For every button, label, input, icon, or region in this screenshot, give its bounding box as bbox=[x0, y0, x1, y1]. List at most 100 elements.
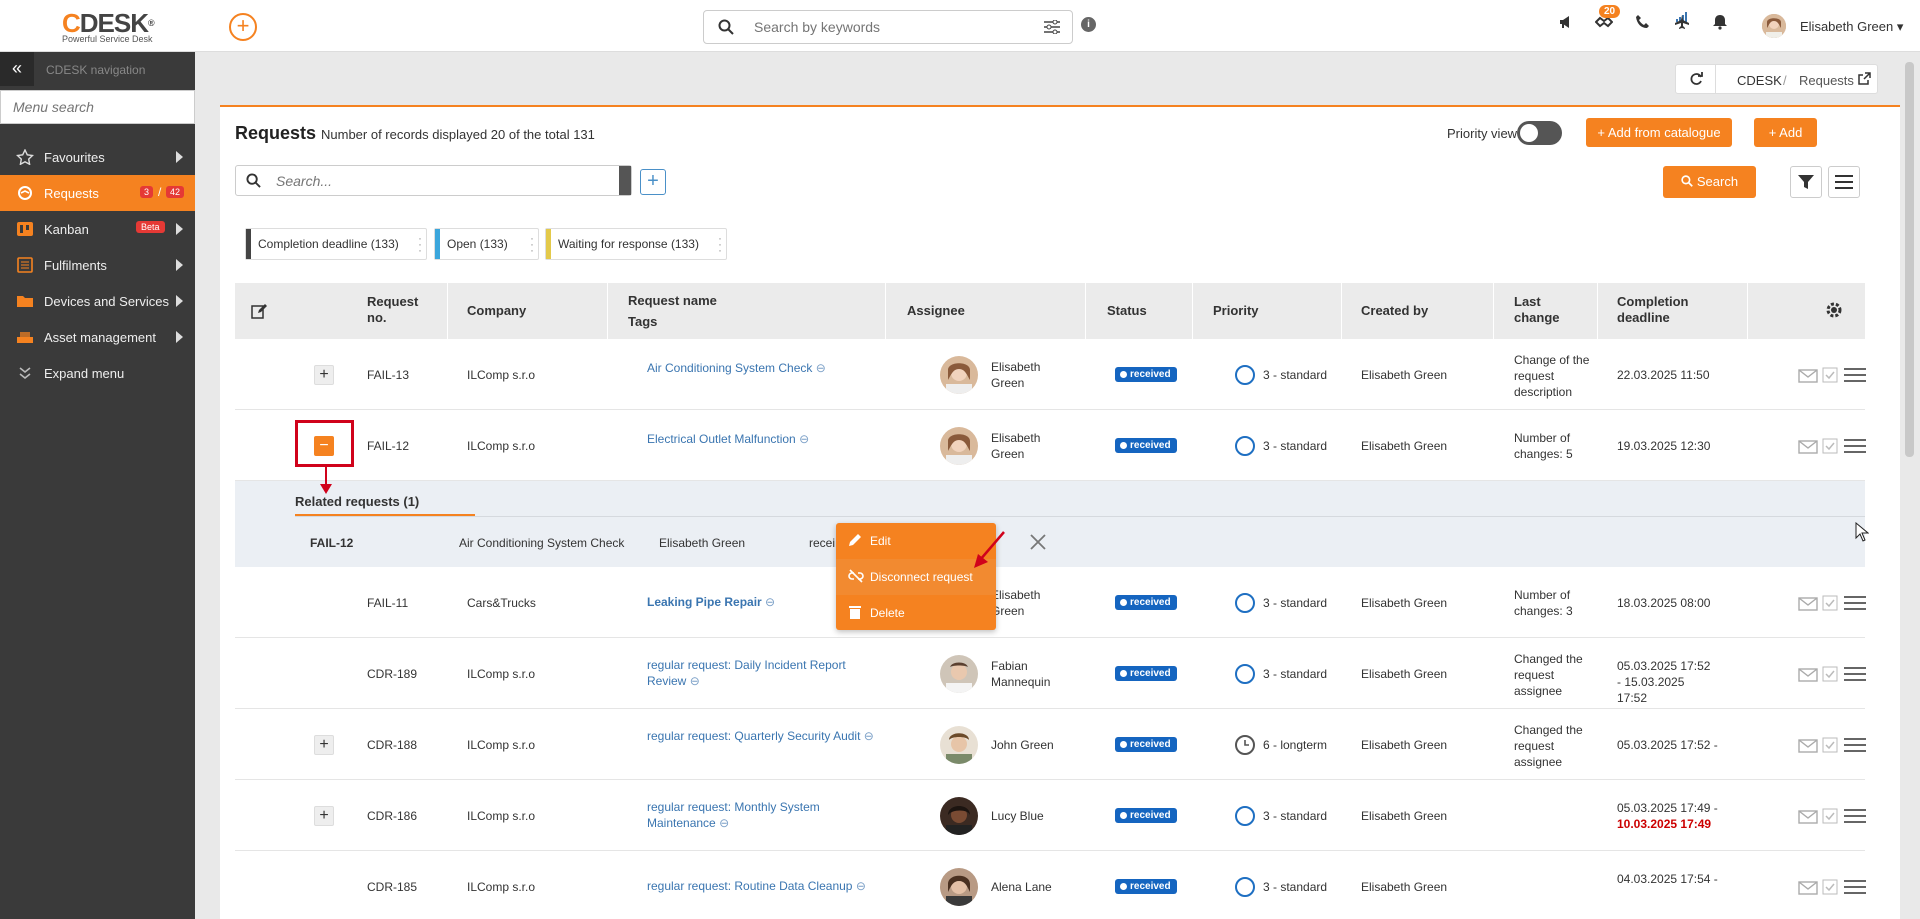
hamburger-icon[interactable] bbox=[1844, 367, 1866, 383]
chip-menu-icon[interactable]: · · · bbox=[530, 232, 534, 256]
request-name-link[interactable]: regular request: Quarterly Security Audi… bbox=[647, 728, 877, 744]
tag-circle-icon[interactable]: ⊖ bbox=[690, 674, 700, 688]
page-scrollbar[interactable] bbox=[1905, 62, 1914, 457]
table-row[interactable]: CDR-185 ILComp s.r.o regular request: Ro… bbox=[235, 851, 1866, 919]
add-button[interactable]: + Add bbox=[1754, 118, 1817, 147]
mail-icon[interactable] bbox=[1798, 739, 1818, 753]
airplane-icon[interactable] bbox=[1670, 14, 1694, 38]
sidebar-item-favourites[interactable]: Favourites bbox=[0, 139, 195, 175]
expand-row-button[interactable]: + bbox=[314, 365, 334, 385]
tag-circle-icon[interactable]: ⊖ bbox=[765, 595, 775, 609]
column-request-name[interactable]: Request name bbox=[628, 293, 717, 309]
search-settings-icon[interactable] bbox=[1044, 20, 1060, 34]
column-last-change[interactable]: Last change bbox=[1514, 294, 1564, 326]
hamburger-icon[interactable] bbox=[1844, 595, 1866, 611]
edit-icon[interactable] bbox=[251, 303, 267, 319]
checkbox-icon[interactable] bbox=[1822, 666, 1838, 682]
mail-icon[interactable] bbox=[1798, 597, 1818, 611]
column-company[interactable]: Company bbox=[467, 303, 526, 319]
request-no[interactable]: FAIL-11 bbox=[367, 595, 408, 611]
checkbox-icon[interactable] bbox=[1822, 737, 1838, 753]
mail-icon[interactable] bbox=[1798, 440, 1818, 454]
filter-chip-waiting-for-response[interactable]: Waiting for response (133) · · · bbox=[545, 228, 727, 260]
chip-menu-icon[interactable]: · · · bbox=[718, 232, 722, 256]
column-assignee[interactable]: Assignee bbox=[907, 303, 965, 319]
hamburger-icon[interactable] bbox=[1844, 737, 1866, 753]
request-no[interactable]: CDR-185 bbox=[367, 879, 417, 895]
menu-item-delete[interactable]: Delete bbox=[836, 595, 996, 631]
search-button[interactable]: Search bbox=[1663, 166, 1756, 198]
gear-icon[interactable] bbox=[1825, 301, 1843, 319]
request-no[interactable]: CDR-189 bbox=[367, 666, 417, 682]
close-icon[interactable] bbox=[1028, 532, 1048, 552]
hamburger-icon[interactable] bbox=[1844, 879, 1866, 895]
checkbox-icon[interactable] bbox=[1822, 879, 1838, 895]
sidebar-item-devices-and-services[interactable]: Devices and Services bbox=[0, 283, 195, 319]
table-row[interactable]: FAIL-11 Cars&Trucks Leaking Pipe Repair … bbox=[235, 567, 1866, 638]
phone-icon[interactable] bbox=[1631, 14, 1655, 38]
hamburger-icon[interactable] bbox=[1844, 666, 1866, 682]
tag-circle-icon[interactable]: ⊖ bbox=[719, 816, 729, 830]
request-no[interactable]: CDR-186 bbox=[367, 808, 417, 824]
sidebar-item-requests[interactable]: Requests 3 / 42 bbox=[0, 175, 195, 211]
chip-menu-icon[interactable]: · · · bbox=[418, 232, 422, 256]
table-row[interactable]: + CDR-186 ILComp s.r.o regular request: … bbox=[235, 780, 1866, 851]
checkbox-icon[interactable] bbox=[1822, 367, 1838, 383]
mail-icon[interactable] bbox=[1798, 668, 1818, 682]
filter-button[interactable] bbox=[1790, 166, 1822, 198]
filter-chip-completion-deadline[interactable]: Completion deadline (133) · · · bbox=[245, 228, 427, 260]
expand-row-button[interactable]: + bbox=[314, 735, 334, 755]
column-priority[interactable]: Priority bbox=[1213, 303, 1259, 319]
global-search-input[interactable] bbox=[754, 17, 1014, 37]
tag-circle-icon[interactable]: ⊖ bbox=[864, 729, 874, 743]
table-row[interactable]: + CDR-188 ILComp s.r.o regular request: … bbox=[235, 709, 1866, 780]
request-no[interactable]: FAIL-13 bbox=[367, 367, 409, 383]
priority-view-toggle[interactable] bbox=[1517, 121, 1562, 145]
column-tags[interactable]: Tags bbox=[628, 314, 657, 330]
sidebar-item-asset-management[interactable]: Asset management bbox=[0, 319, 195, 355]
request-name-link[interactable]: Air Conditioning System Check ⊖ bbox=[647, 360, 847, 376]
sidebar-item-fulfilments[interactable]: Fulfilments bbox=[0, 247, 195, 283]
megaphone-icon[interactable] bbox=[1554, 14, 1578, 38]
column-created-by[interactable]: Created by bbox=[1361, 303, 1428, 319]
bell-icon[interactable] bbox=[1708, 14, 1732, 38]
related-request-no[interactable]: FAIL-12 bbox=[310, 535, 353, 551]
hamburger-icon[interactable] bbox=[1844, 808, 1866, 824]
refresh-button[interactable] bbox=[1676, 65, 1716, 93]
search-drag-handle[interactable] bbox=[619, 166, 631, 195]
related-request-name[interactable]: Air Conditioning System Check bbox=[459, 535, 624, 551]
sidebar-item-expand-menu[interactable]: Expand menu bbox=[0, 355, 195, 391]
request-name-link[interactable]: Leaking Pipe Repair ⊖ bbox=[647, 594, 847, 610]
request-name-link[interactable]: regular request: Monthly System Maintena… bbox=[647, 799, 847, 831]
column-request-no[interactable]: Request no. bbox=[367, 294, 427, 326]
request-name-link[interactable]: regular request: Daily Incident Report R… bbox=[647, 657, 847, 689]
column-completion-deadline[interactable]: Completion deadline bbox=[1617, 294, 1697, 326]
tag-circle-icon[interactable]: ⊖ bbox=[816, 361, 826, 375]
request-no[interactable]: CDR-188 bbox=[367, 737, 417, 753]
expand-row-button[interactable]: + bbox=[314, 806, 334, 826]
sidebar-item-kanban[interactable]: Kanban Beta bbox=[0, 211, 195, 247]
info-icon[interactable]: i bbox=[1081, 17, 1096, 32]
mail-icon[interactable] bbox=[1798, 369, 1818, 383]
table-row[interactable]: + FAIL-13 ILComp s.r.o Air Conditioning … bbox=[235, 339, 1866, 410]
add-from-catalogue-button[interactable]: + Add from catalogue bbox=[1586, 118, 1732, 147]
tag-circle-icon[interactable]: ⊖ bbox=[856, 879, 866, 893]
checkbox-icon[interactable] bbox=[1822, 595, 1838, 611]
checkbox-icon[interactable] bbox=[1822, 438, 1838, 454]
request-name-link[interactable]: Electrical Outlet Malfunction ⊖ bbox=[647, 431, 847, 447]
filter-chip-open[interactable]: Open (133) · · · bbox=[434, 228, 539, 260]
collapse-sidebar-button[interactable]: « bbox=[0, 52, 34, 86]
add-filter-button[interactable]: + bbox=[640, 169, 666, 195]
external-link-icon[interactable] bbox=[1858, 72, 1871, 85]
cdesk-logo[interactable]: CDESK® Powerful Service Desk bbox=[62, 10, 155, 44]
quick-add-button[interactable]: + bbox=[229, 13, 257, 41]
menu-search-input[interactable] bbox=[1, 91, 194, 123]
checkbox-icon[interactable] bbox=[1822, 808, 1838, 824]
tag-circle-icon[interactable]: ⊖ bbox=[799, 432, 809, 446]
list-search-input[interactable] bbox=[276, 172, 576, 190]
column-status[interactable]: Status bbox=[1107, 303, 1147, 319]
breadcrumb-root[interactable]: CDESK bbox=[1737, 73, 1782, 88]
table-row[interactable]: CDR-189 ILComp s.r.o regular request: Da… bbox=[235, 638, 1866, 709]
table-row[interactable]: − FAIL-12 ILComp s.r.o Electrical Outlet… bbox=[235, 410, 1866, 481]
mail-icon[interactable] bbox=[1798, 810, 1818, 824]
